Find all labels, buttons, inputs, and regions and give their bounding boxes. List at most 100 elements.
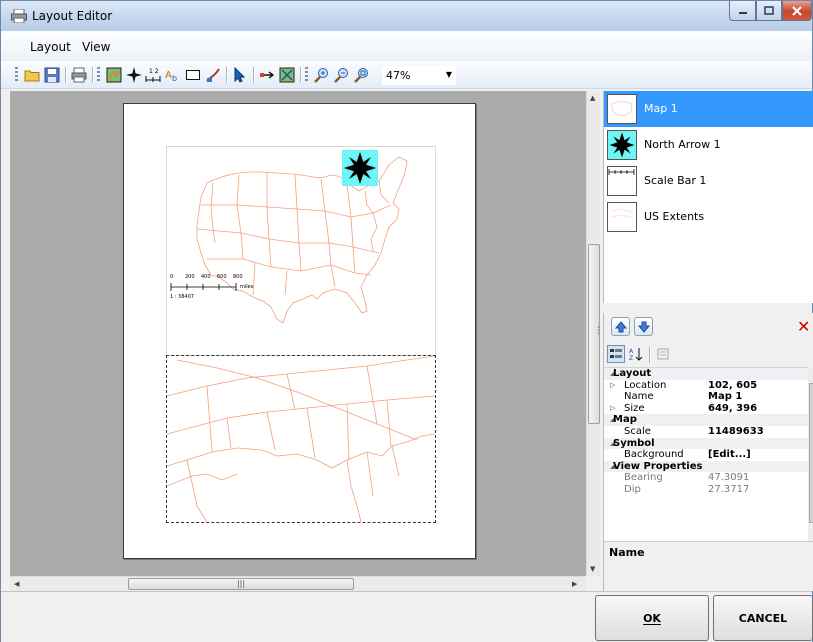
toolbar-grip[interactable] — [97, 67, 100, 83]
property-row[interactable]: Background [Edit...] — [604, 449, 808, 461]
map-extent-icon — [279, 67, 295, 83]
cancel-button[interactable]: CANCEL — [713, 595, 813, 641]
insert-scale-bar-button[interactable]: 1 2 — [144, 66, 162, 84]
toolbar-separator — [226, 67, 227, 83]
property-value[interactable]: 27.3717 — [708, 484, 749, 496]
scale-bar-element[interactable]: 0 200 400 600 800 miles 1 : 38407 — [170, 274, 270, 314]
scroll-left-icon[interactable]: ◀ — [14, 580, 19, 588]
zoom-dropdown[interactable]: 47% ▼ — [382, 66, 456, 85]
property-name: Name — [624, 391, 654, 403]
scale-tick-label: 800 — [233, 274, 243, 280]
zoom-in-icon — [314, 68, 328, 83]
layer-item-us-extents[interactable]: US Extents — [604, 199, 813, 235]
panel-splitter[interactable]: ⋮ — [594, 326, 603, 336]
title-bar[interactable]: Layout Editor — [1, 1, 812, 31]
insert-legend-button[interactable] — [204, 66, 222, 84]
horizontal-scroll-thumb[interactable]: ||| — [128, 578, 354, 590]
ok-button[interactable]: OK — [595, 595, 709, 641]
property-scroll-thumb[interactable] — [809, 383, 813, 523]
sort-az-icon: AZ — [629, 348, 643, 361]
scale-tick-label: 200 — [185, 274, 195, 280]
legend-brush-icon — [206, 68, 220, 82]
layer-item-scale-bar-1[interactable]: Scale Bar 1 — [604, 163, 813, 199]
zoom-extent-icon — [354, 68, 368, 83]
svg-text:b: b — [172, 74, 177, 83]
close-icon — [792, 5, 802, 16]
layer-item-map-1[interactable]: Map 1 — [604, 91, 813, 127]
close-button[interactable] — [782, 1, 812, 21]
insert-rectangle-button[interactable] — [184, 66, 202, 84]
categorized-button[interactable] — [607, 345, 625, 363]
property-value[interactable]: [Edit...] — [708, 449, 751, 461]
property-category[interactable]: ◢ View Properties — [604, 460, 808, 473]
property-name: Bearing — [624, 472, 663, 484]
delete-button[interactable]: ✕ — [797, 317, 813, 336]
layout-page[interactable]: 0 200 400 600 800 miles 1 : 38407 — [123, 103, 476, 559]
alphabetical-button[interactable]: AZ — [627, 345, 645, 363]
zoom-out-button[interactable] — [333, 66, 351, 84]
expand-triangle-icon[interactable]: ▷ — [610, 403, 615, 415]
chevron-down-icon: ▼ — [445, 70, 452, 79]
us-extents-element[interactable] — [166, 355, 436, 523]
property-row[interactable]: ▷ Size 649, 396 — [604, 403, 808, 415]
toolbar-grip[interactable] — [15, 67, 18, 83]
zoom-in-button[interactable] — [313, 66, 331, 84]
insert-north-arrow-button[interactable] — [125, 66, 143, 84]
map-element[interactable] — [166, 146, 436, 356]
maximize-button[interactable] — [756, 1, 782, 21]
printer-icon — [71, 67, 87, 83]
properties-panel: ✕ AZ ◢ Layout ▷ Location 102, 605 Name Map 1 ▷ S… — [603, 313, 813, 591]
scale-bar-icon — [607, 166, 637, 196]
property-row[interactable]: Scale 11489633 — [604, 426, 808, 438]
zoom-full-button[interactable] — [353, 66, 371, 84]
property-row[interactable]: Dip 27.3717 — [604, 484, 808, 496]
open-button[interactable] — [23, 66, 41, 84]
print-button[interactable] — [70, 66, 88, 84]
property-value[interactable]: 11489633 — [708, 426, 764, 438]
north-arrow-element[interactable] — [342, 150, 378, 186]
property-row[interactable]: ▷ Location 102, 605 — [604, 380, 808, 392]
property-category[interactable]: ◢ Layout — [604, 368, 808, 380]
save-button[interactable] — [43, 66, 61, 84]
property-value[interactable]: Map 1 — [708, 391, 742, 403]
expand-triangle-icon[interactable]: ▷ — [610, 380, 615, 392]
toolbar-separator — [92, 67, 93, 83]
insert-map-button[interactable] — [105, 66, 123, 84]
insert-text-button[interactable]: Ab — [164, 66, 182, 84]
layer-list: Map 1 North Arrow 1 Scale Bar 1 US Exten… — [603, 91, 813, 303]
move-down-button[interactable] — [634, 317, 653, 336]
delete-x-icon: ✕ — [797, 317, 811, 336]
menu-layout[interactable]: Layout — [30, 40, 71, 54]
layer-label: Scale Bar 1 — [644, 174, 707, 187]
scroll-down-icon[interactable]: ▼ — [590, 565, 595, 573]
property-value[interactable]: 102, 605 — [708, 380, 757, 392]
scroll-up-icon[interactable]: ▲ — [590, 94, 595, 102]
svg-text:A: A — [629, 348, 634, 355]
ok-label: OK — [643, 611, 661, 625]
property-value[interactable]: 47.3091 — [708, 472, 749, 484]
property-name: Scale — [624, 425, 651, 437]
property-row[interactable]: Bearing 47.3091 — [604, 472, 808, 484]
minimize-button[interactable] — [729, 1, 756, 21]
canvas-horizontal-scrollbar[interactable]: ◀ ||| ▶ — [10, 576, 586, 591]
layout-canvas[interactable]: 0 200 400 600 800 miles 1 : 38407 — [10, 91, 586, 576]
svg-text:Z: Z — [629, 355, 633, 361]
property-pages-button[interactable] — [654, 345, 672, 363]
pan-button[interactable] — [258, 66, 276, 84]
property-name: Dip — [624, 483, 641, 495]
select-tool-button[interactable] — [231, 66, 249, 84]
zoom-to-map-button[interactable] — [278, 66, 296, 84]
cancel-label: CANCEL — [738, 611, 788, 625]
menu-bar: Layout View — [1, 31, 812, 59]
scroll-right-icon[interactable]: ▶ — [572, 580, 577, 588]
property-grid-scrollbar[interactable] — [808, 367, 813, 541]
move-up-button[interactable] — [611, 317, 630, 336]
toolbar-grip[interactable] — [305, 67, 308, 83]
property-value[interactable]: 649, 396 — [708, 403, 757, 415]
save-icon — [44, 67, 60, 83]
property-category[interactable]: ◢ Map — [604, 414, 808, 426]
menu-view[interactable]: View — [82, 40, 110, 54]
property-category[interactable]: ◢ Symbol — [604, 437, 808, 450]
layer-item-north-arrow-1[interactable]: North Arrow 1 — [604, 127, 813, 163]
property-row[interactable]: Name Map 1 — [604, 391, 808, 403]
